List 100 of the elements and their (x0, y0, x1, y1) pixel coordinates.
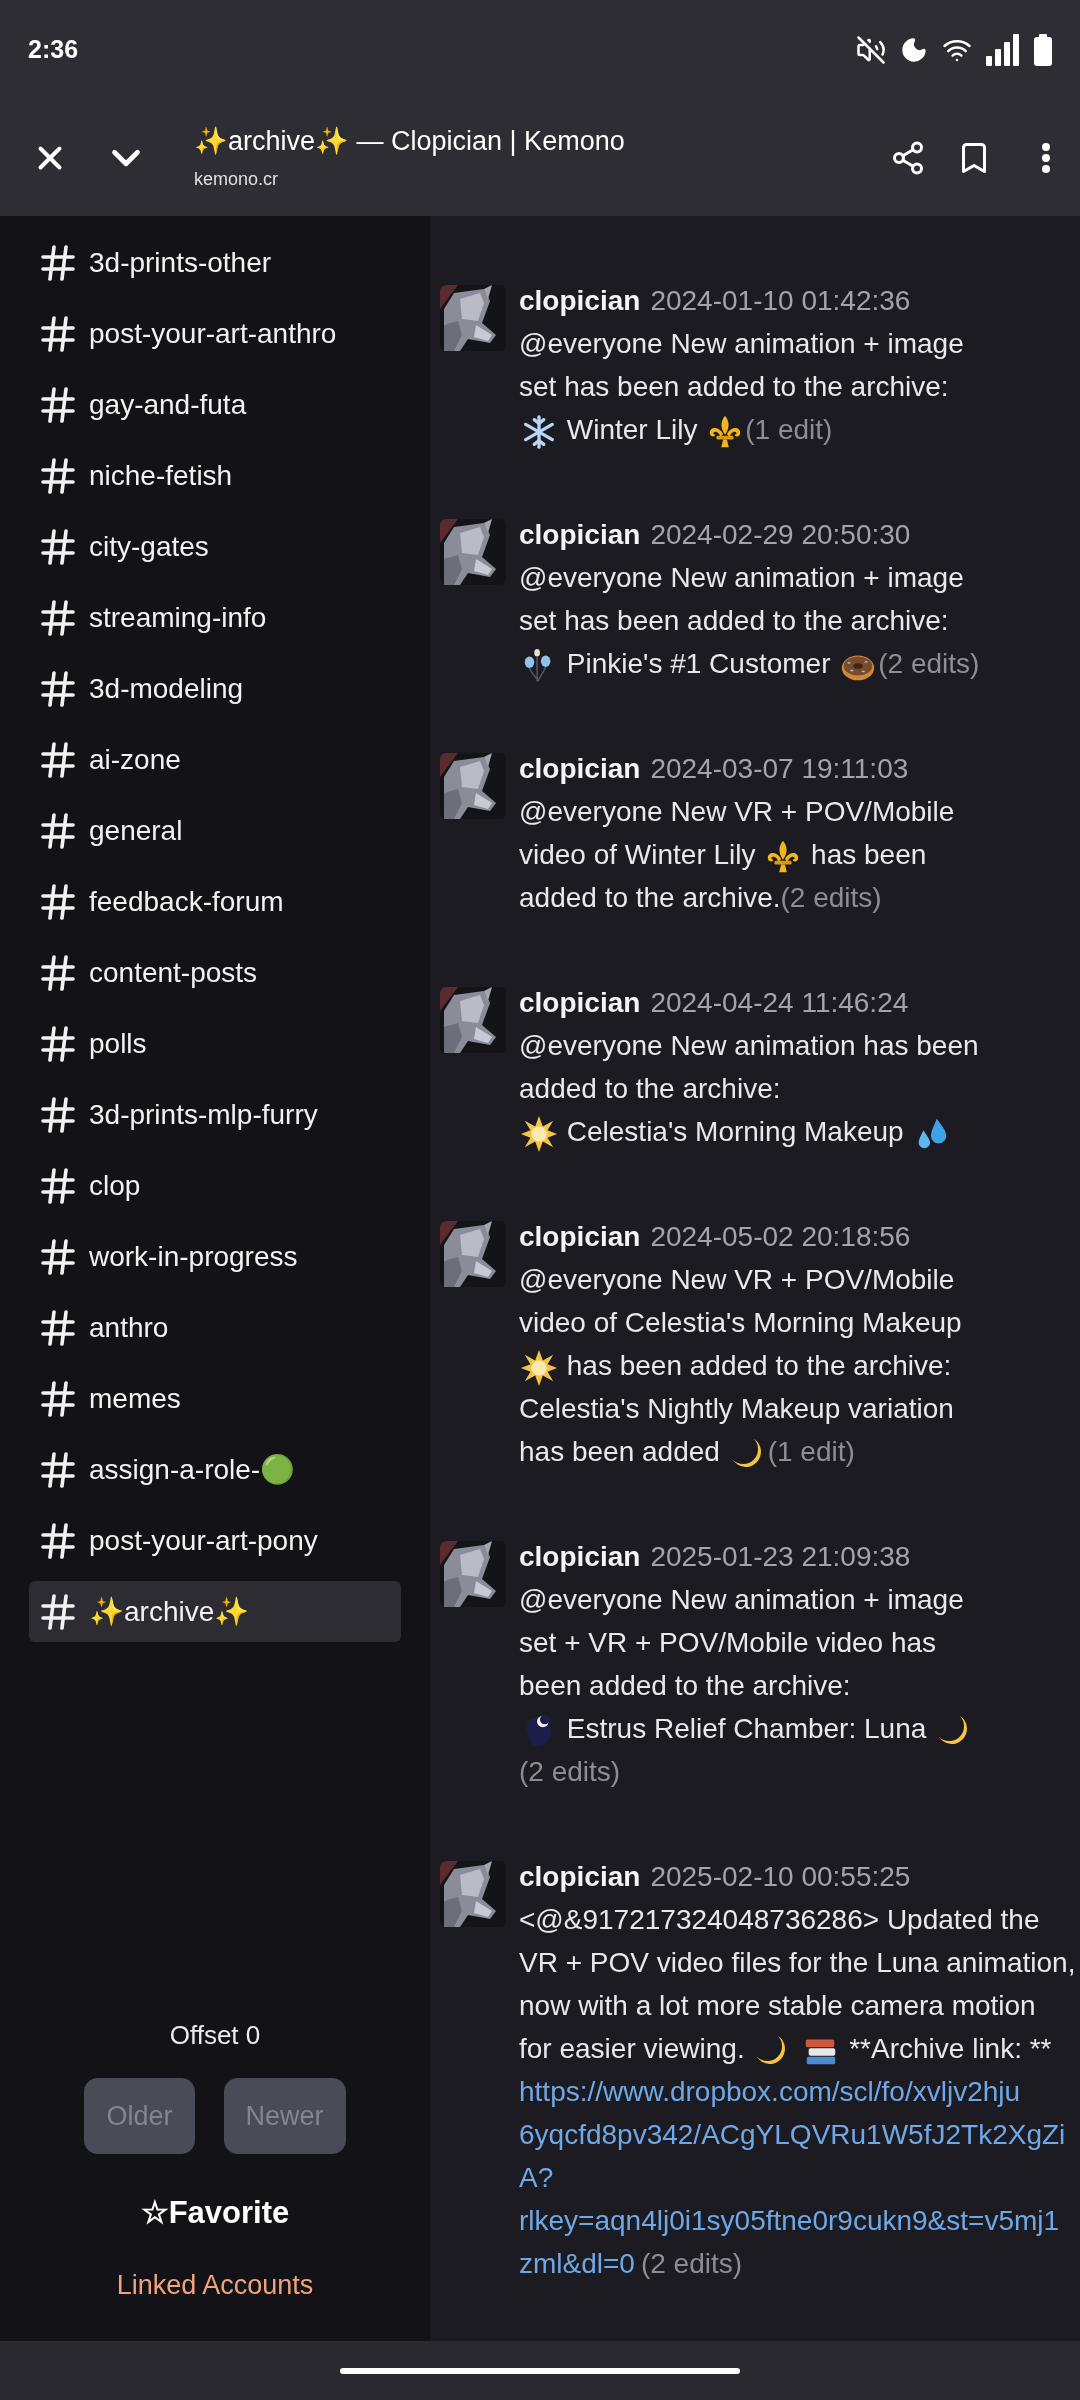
more-options-button[interactable] (1042, 143, 1050, 173)
message-text: @everyone New animation + image (519, 1584, 964, 1615)
channel-item[interactable]: 3d-modeling (29, 658, 401, 719)
author-name: clopician (519, 752, 641, 786)
hash-icon (41, 741, 75, 778)
message-timestamp: 2025-02-10 00:55:25 (650, 1860, 911, 1894)
hash-icon (41, 457, 75, 494)
archive-link[interactable]: rlkey=aqn4lj0i1sy05ftne0r9cukn9&st=v5mj1 (519, 2205, 1060, 2236)
page-title: ✨archive✨ — Clopician | Kemono (194, 124, 625, 158)
hash-icon (41, 670, 75, 707)
message-text: @everyone New animation + image (519, 562, 964, 593)
message-text: @everyone New VR + POV/Mobile (519, 796, 955, 827)
archive-link[interactable]: https://www.dropbox.com/scl/fo/xvljv2hju (519, 2076, 1021, 2107)
author-name: clopician (519, 518, 641, 552)
channel-item[interactable]: post-your-art-pony (29, 1510, 401, 1571)
hash-icon (41, 315, 75, 352)
archive-link[interactable]: A? (519, 2162, 554, 2193)
mute-icon (856, 35, 886, 65)
message-text: been added to the archive: (519, 1670, 851, 1701)
hash-icon (41, 1380, 75, 1417)
more-icon (1042, 143, 1050, 173)
message-text: has been (810, 839, 927, 870)
message-timestamp: 2024-02-29 20:50:30 (650, 518, 911, 552)
channel-item[interactable]: city-gates (29, 516, 401, 577)
channel-item[interactable]: feedback-forum (29, 871, 401, 932)
message-text: @everyone New animation has been (519, 1030, 979, 1061)
channel-item[interactable]: general (29, 800, 401, 861)
author-name: clopician (519, 1540, 641, 1574)
message-timestamp: 2024-05-02 20:18:56 (650, 1220, 911, 1254)
archive-link[interactable]: zml&dl=0 (519, 2248, 635, 2279)
author-name: clopician (519, 284, 641, 318)
message-text: now with a lot more stable camera motion (519, 1990, 1036, 2021)
channel-item[interactable]: post-your-art-anthro (29, 303, 401, 364)
hash-icon (41, 1593, 75, 1630)
edit-count: (2 edits) (640, 2248, 743, 2279)
message-text: video of Celestia's Morning Makeup (519, 1307, 962, 1338)
message-text: @everyone New VR + POV/Mobile (519, 1264, 955, 1295)
channel-item[interactable]: memes (29, 1368, 401, 1429)
moon-icon (900, 36, 928, 64)
author-name: clopician (519, 986, 641, 1020)
hash-icon (41, 1025, 75, 1062)
channel-item[interactable]: 3d-prints-mlp-furry (29, 1084, 401, 1145)
page-url: kemono.cr (194, 167, 280, 191)
message-text: set + VR + POV/Mobile video has (519, 1627, 937, 1658)
channel-item[interactable]: 3d-prints-other (29, 232, 401, 293)
message-timestamp: 2024-01-10 01:42:36 (650, 284, 911, 318)
channel-item[interactable]: work-in-progress (29, 1226, 401, 1287)
edit-count: (2 edits) (780, 882, 882, 913)
edit-count: (2 edits) (878, 648, 980, 679)
hash-icon (41, 244, 75, 281)
channel-item[interactable]: streaming-info (29, 587, 401, 648)
message-text: added to the archive. (519, 882, 781, 913)
message-text: VR + POV video files for the Luna animation, (519, 1947, 1076, 1978)
message-text: <@&917217324048736286> Updated the (519, 1904, 1040, 1935)
channel-item[interactable]: clop (29, 1155, 401, 1216)
edit-count: (1 edit) (767, 1436, 855, 1467)
edit-count: (1 edit) (745, 414, 833, 445)
channel-item[interactable]: ai-zone (29, 729, 401, 790)
hash-icon (41, 1167, 75, 1204)
message-text: added to the archive: (519, 1073, 781, 1104)
message-text: set has been added to the archive: (519, 605, 949, 636)
author-name: clopician (519, 1220, 641, 1254)
share-button[interactable] (890, 140, 926, 176)
message-text: set has been added to the archive: (519, 371, 949, 402)
edit-count: (2 edits) (519, 1756, 621, 1787)
channel-item[interactable]: ✨archive✨ (29, 1581, 401, 1642)
sun-icon (520, 1348, 558, 1387)
message-text: Celestia's Morning Makeup (565, 1116, 905, 1147)
message-text: video of Winter Lily (519, 839, 757, 870)
channel-item[interactable]: polls (29, 1013, 401, 1074)
author-name: clopician (519, 1860, 641, 1894)
linked-accounts-link[interactable]: Linked Accounts (116, 2264, 314, 2305)
message-text: Celestia's Nightly Makeup variation (519, 1393, 954, 1424)
message-text: **Archive link: ** (848, 2033, 1052, 2064)
offset-label: Offset 0 (169, 2019, 261, 2052)
channel-item[interactable]: content-posts (29, 942, 401, 1003)
archive-link[interactable]: 6yqcfd8pv342/ACgYLQVRu1W5fJ2Tk2XgZi (519, 2119, 1066, 2150)
message-text: Winter Lily (565, 414, 699, 445)
hash-icon (41, 386, 75, 423)
message-text: has been added (519, 1436, 721, 1467)
favorite-button[interactable]: ☆Favorite (140, 2190, 290, 2237)
hash-icon (41, 812, 75, 849)
channel-item[interactable]: gay-and-futa (29, 374, 401, 435)
home-handle[interactable] (340, 2367, 740, 2374)
battery-icon (1034, 34, 1052, 66)
hash-icon (41, 1309, 75, 1346)
message-timestamp: 2024-04-24 11:46:24 (650, 986, 909, 1020)
channel-item[interactable]: anthro (29, 1297, 401, 1358)
signal-icon (986, 34, 1020, 66)
share-icon (890, 140, 926, 176)
hash-icon (41, 954, 75, 991)
message-text: Estrus Relief Chamber: Luna (565, 1713, 928, 1744)
channel-item[interactable]: niche-fetish (29, 445, 401, 506)
message-text: has been added to the archive: (565, 1350, 952, 1381)
channel-item[interactable]: assign-a-role-🟢 (29, 1439, 401, 1500)
hash-icon (41, 1096, 75, 1133)
message-timestamp: 2024-03-07 19:11:03 (650, 752, 909, 786)
message-text: Pinkie's #1 Customer (565, 648, 832, 679)
message-timestamp: 2025-01-23 21:09:38 (650, 1540, 911, 1574)
message-text: @everyone New animation + image (519, 328, 964, 359)
